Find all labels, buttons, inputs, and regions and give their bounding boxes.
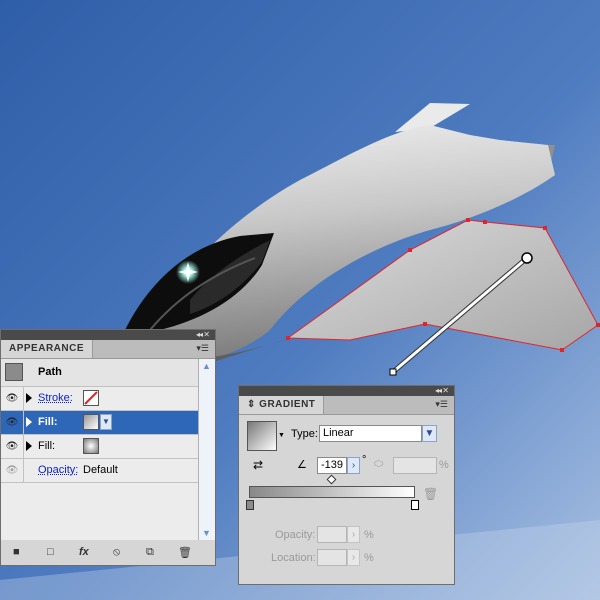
fx-icon[interactable]: fx: [79, 546, 89, 558]
swatch-dropdown-icon[interactable]: ▼: [100, 414, 112, 430]
scroll-down-icon[interactable]: ▼: [202, 528, 211, 538]
appearance-header-row: Path: [1, 359, 198, 387]
angle-field[interactable]: -139: [317, 457, 347, 474]
opacity-dropdown-icon[interactable]: ›: [347, 526, 360, 543]
object-type-label: Path: [38, 366, 62, 378]
clear-appearance-icon[interactable]: □: [47, 546, 54, 558]
panel-title-bar[interactable]: ◂◂ ✕: [1, 330, 215, 340]
panel-title-bar[interactable]: ◂◂ ✕: [239, 386, 454, 396]
gradient-panel: ◂◂ ✕ ⇕ GRADIENT ▾☰ ▼ Type: Linear ▼ ⇄ ∠ …: [238, 385, 455, 585]
scroll-up-icon[interactable]: ▲: [202, 361, 211, 371]
visibility-eye-icon[interactable]: 👁: [1, 387, 24, 410]
disclosure-triangle-icon[interactable]: [26, 417, 32, 427]
type-value: Linear: [323, 427, 354, 439]
gradient-swatch-icon[interactable]: [83, 438, 99, 454]
delete-stop-icon[interactable]: 🗑: [423, 487, 438, 501]
opacity-field[interactable]: [317, 526, 347, 543]
color-stop-left[interactable]: [246, 500, 254, 510]
visibility-eye-icon[interactable]: 👁: [1, 435, 24, 458]
collapse-icon[interactable]: ◂◂ ✕: [196, 330, 210, 340]
duplicate-item-icon[interactable]: ⧉: [146, 546, 154, 559]
tab-appearance[interactable]: APPEARANCE: [1, 340, 94, 358]
appearance-scrollbar[interactable]: ▲ ▼: [199, 359, 215, 540]
gradient-swatch-icon[interactable]: [83, 414, 99, 430]
reverse-gradient-icon[interactable]: ⇄: [253, 458, 263, 472]
aspect-ratio-field[interactable]: [393, 457, 437, 474]
appearance-footer: ■ □ fx ⦸ ⧉ 🗑: [1, 541, 215, 565]
angle-icon: ∠: [297, 459, 307, 471]
panel-menu-icon[interactable]: ▾☰: [435, 399, 448, 410]
angle-dropdown-icon[interactable]: ›: [347, 457, 360, 474]
collapse-icon[interactable]: ◂◂ ✕: [435, 386, 449, 396]
none-swatch-icon[interactable]: [83, 390, 99, 406]
appearance-row-opacity[interactable]: 👁 Opacity: Default: [1, 459, 198, 483]
disclosure-triangle-icon[interactable]: [26, 441, 32, 451]
gradient-preview-swatch[interactable]: [247, 421, 277, 451]
appearance-row-stroke[interactable]: 👁 Stroke:: [1, 387, 198, 411]
appearance-row-fill[interactable]: 👁 Fill:: [1, 435, 198, 459]
gradient-ramp[interactable]: [249, 486, 415, 498]
panel-menu-icon[interactable]: ▾☰: [196, 343, 209, 354]
lens-glint-icon: [176, 260, 200, 284]
tab-gradient-label: GRADIENT: [259, 399, 316, 410]
appearance-panel: ◂◂ ✕ APPEARANCE ▾☰ Path 👁 Stroke: 👁 Fill…: [0, 329, 216, 566]
aspect-unit: %: [439, 459, 449, 471]
opacity-unit: %: [364, 529, 374, 541]
type-select[interactable]: Linear: [319, 425, 422, 442]
type-label: Type:: [291, 428, 318, 440]
appearance-row-fill-selected[interactable]: 👁 Fill: ▼: [1, 411, 198, 435]
visibility-eye-icon[interactable]: 👁: [1, 411, 24, 434]
clear-icon[interactable]: ⦸: [113, 546, 120, 559]
appearance-list: Path 👁 Stroke: 👁 Fill: ▼ 👁 Fill: 👁 Opaci…: [1, 359, 199, 540]
new-art-basic-icon[interactable]: ■: [13, 546, 20, 558]
opacity-value: Default: [83, 464, 118, 476]
location-field[interactable]: [317, 549, 347, 566]
color-stop-right[interactable]: [411, 500, 419, 510]
opacity-label[interactable]: Opacity:: [38, 459, 78, 482]
preview-dropdown-icon[interactable]: ▼: [278, 421, 286, 451]
location-dropdown-icon[interactable]: ›: [347, 549, 360, 566]
fill-label[interactable]: Fill:: [38, 411, 58, 434]
location-unit: %: [364, 552, 374, 564]
tab-gradient[interactable]: ⇕ GRADIENT: [239, 396, 325, 414]
path-thumbnail-icon: [5, 363, 23, 381]
midpoint-diamond-icon[interactable]: [326, 474, 337, 485]
disclosure-triangle-icon[interactable]: [26, 393, 32, 403]
location-label: Location:: [271, 552, 316, 564]
trash-icon[interactable]: 🗑: [178, 546, 192, 559]
stroke-label[interactable]: Stroke:: [38, 387, 73, 410]
angle-unit: °: [362, 454, 367, 466]
fill-label[interactable]: Fill:: [38, 435, 55, 458]
opacity-label: Opacity:: [275, 529, 316, 541]
type-dropdown-icon[interactable]: ▼: [422, 425, 437, 442]
tab-arrows-icon: ⇕: [247, 399, 256, 410]
angle-value: -139: [321, 459, 344, 471]
visibility-eye-icon[interactable]: 👁: [1, 459, 24, 482]
aspect-ratio-icon: ⬭: [374, 458, 384, 470]
